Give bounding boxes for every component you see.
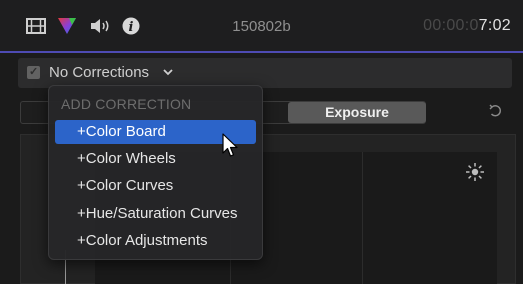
corrections-checkbox[interactable]: ✓ <box>27 66 40 79</box>
add-correction-menu: ADD CORRECTION +Color Board +Color Wheel… <box>48 85 263 260</box>
corrections-bar: ✓ No Corrections <box>18 58 512 88</box>
color-inspector: i 150802b 00:00:07:02 ✓ No Corrections E… <box>0 0 523 284</box>
inspector-header: i 150802b 00:00:07:02 <box>0 0 523 53</box>
menu-header: ADD CORRECTION <box>61 96 192 112</box>
board-divider <box>362 152 363 284</box>
menu-item-color-adjustments[interactable]: +Color Adjustments <box>55 229 256 253</box>
mouse-pointer-icon <box>222 133 238 157</box>
reset-icon[interactable] <box>488 104 502 118</box>
chevron-down-icon[interactable] <box>163 69 173 76</box>
tab-exposure[interactable]: Exposure <box>288 102 426 123</box>
timecode-bright: 7:02 <box>478 17 511 34</box>
menu-item-hue-saturation-curves[interactable]: +Hue/Saturation Curves <box>55 202 256 226</box>
timecode: 00:00:07:02 <box>423 17 511 35</box>
corrections-popup-label[interactable]: No Corrections <box>49 64 149 81</box>
sun-icon <box>466 163 484 181</box>
timecode-dim: 00:00:0 <box>423 17 479 34</box>
menu-item-color-curves[interactable]: +Color Curves <box>55 174 256 198</box>
